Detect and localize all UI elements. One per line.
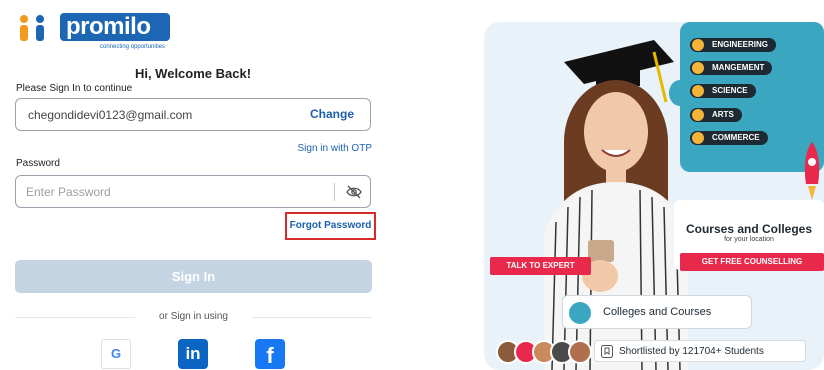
student-avatars [496, 340, 592, 366]
linkedin-icon: in [185, 344, 201, 363]
logo-tagline: connecting opportunities [100, 44, 166, 50]
forgot-password-link[interactable]: Forgot Password [285, 212, 376, 240]
sign-in-button[interactable]: Sign In [15, 260, 372, 293]
bookmark-icon [601, 345, 613, 358]
stream-label: ENGINEERING [712, 40, 769, 49]
stream-label: SCIENCE [712, 86, 748, 95]
shortlisted-badge: Shortlisted by 121704+ Students [594, 340, 806, 362]
stream-label: MANGEMENT [712, 63, 765, 72]
card-title: Courses and Colleges [685, 222, 813, 236]
card-subtitle: for your location [724, 236, 774, 243]
linkedin-signin-button[interactable]: in [178, 339, 208, 369]
facebook-signin-button[interactable]: f [255, 339, 285, 369]
password-input[interactable] [26, 184, 316, 200]
logo-wordmark: promilo [60, 13, 170, 41]
email-value: chegondidevi0123@gmail.com [28, 108, 193, 122]
colleges-courses-label: Colleges and Courses [603, 306, 712, 318]
facebook-icon: f [266, 343, 274, 368]
or-divider: or Sign in using [15, 311, 372, 323]
promilo-logo[interactable]: promilo connecting opportunities [16, 10, 170, 50]
promo-banner: ENGINEERING MANGEMENT SCIENCE ARTS COMME… [484, 22, 824, 370]
signin-with-otp-link[interactable]: Sign in with OTP [298, 143, 372, 154]
password-label: Password [16, 158, 60, 169]
signin-subtitle: Please Sign In to continue [16, 83, 133, 94]
stream-label: ARTS [712, 110, 734, 119]
google-signin-button[interactable]: G [101, 339, 131, 369]
password-field[interactable] [15, 175, 371, 208]
email-field: chegondidevi0123@gmail.com Change [15, 98, 371, 131]
talk-to-expert-button[interactable]: TALK TO EXPERT [490, 257, 591, 275]
shortlisted-text: Shortlisted by 121704+ Students [619, 346, 764, 357]
welcome-heading: Hi, Welcome Back! [134, 66, 252, 81]
or-line-right [252, 317, 372, 318]
stream-label: COMMERCE [712, 133, 760, 142]
people-logo-icon [20, 15, 44, 41]
colleges-courses-pill[interactable]: Colleges and Courses [562, 295, 752, 329]
get-free-counselling-button[interactable]: GET FREE COUNSELLING [680, 253, 824, 271]
change-email-link[interactable]: Change [310, 107, 354, 121]
eye-off-icon[interactable] [346, 185, 362, 199]
password-divider [334, 183, 335, 201]
rocket-icon [804, 142, 820, 200]
avatar [568, 340, 592, 364]
graduation-cap-icon [569, 302, 591, 324]
google-icon: G [110, 346, 122, 361]
